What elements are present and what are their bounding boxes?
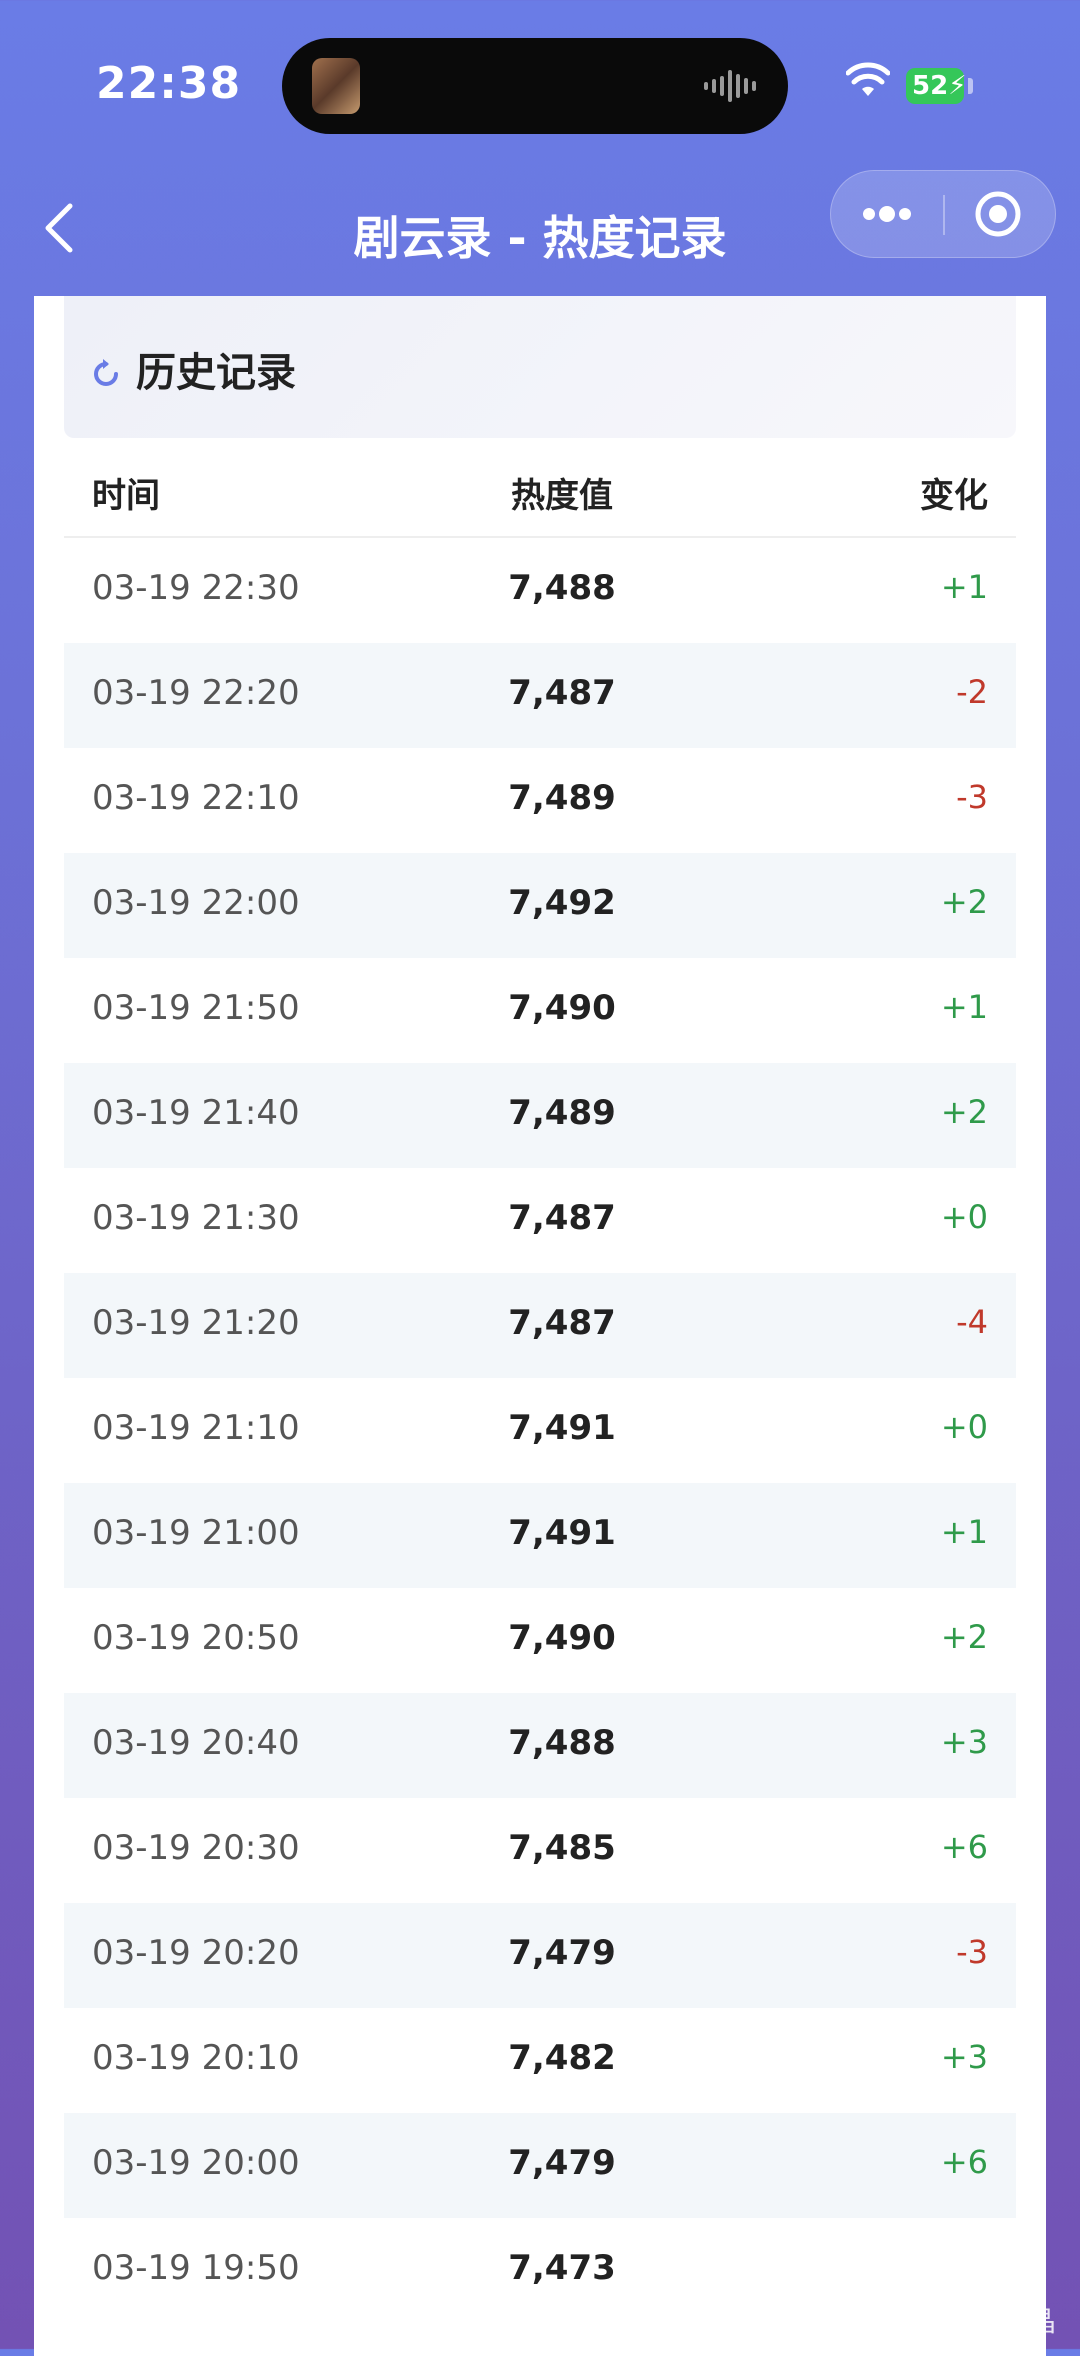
row-value: 7,487 xyxy=(508,1303,616,1343)
row-time: 03-19 20:00 xyxy=(92,2143,300,2183)
column-header-change: 变化 xyxy=(920,476,988,516)
history-table: 时间 热度值 变化 03-19 22:30 7,488 +1 03-19 22:20 7… xyxy=(64,438,1016,2323)
row-time: 03-19 22:00 xyxy=(92,883,300,923)
row-time: 03-19 21:50 xyxy=(92,988,300,1028)
row-change: +1 xyxy=(940,568,988,606)
wifi-icon xyxy=(846,62,890,96)
close-target-icon[interactable] xyxy=(945,171,1055,257)
row-time: 03-19 20:40 xyxy=(92,1723,300,1763)
row-value: 7,482 xyxy=(508,2038,616,2078)
row-value: 7,490 xyxy=(508,1618,616,1658)
row-change: -3 xyxy=(956,778,988,816)
table-row: 03-19 20:40 7,488 +3 xyxy=(64,1693,1016,1798)
row-change: -2 xyxy=(956,673,988,711)
more-dots-icon[interactable] xyxy=(831,171,943,257)
row-value: 7,487 xyxy=(508,673,616,713)
table-row: 03-19 20:00 7,479 +6 xyxy=(64,2113,1016,2218)
table-row: 03-19 21:30 7,487 +0 xyxy=(64,1168,1016,1273)
audio-wave-icon xyxy=(704,70,756,102)
row-value: 7,491 xyxy=(508,1513,616,1553)
charging-icon: ⚡ xyxy=(948,71,967,101)
row-time: 03-19 22:30 xyxy=(92,568,300,608)
column-header-time: 时间 xyxy=(92,476,160,516)
table-row: 03-19 20:50 7,490 +2 xyxy=(64,1588,1016,1693)
battery-cap xyxy=(968,78,973,94)
row-change: +2 xyxy=(940,1618,988,1656)
table-header: 时间 热度值 变化 xyxy=(64,438,1016,538)
row-time: 03-19 20:10 xyxy=(92,2038,300,2078)
table-row: 03-19 22:10 7,489 -3 xyxy=(64,748,1016,853)
row-value: 7,479 xyxy=(508,1933,616,1973)
table-row: 03-19 21:00 7,491 +1 xyxy=(64,1483,1016,1588)
status-bar: 22:38 52⚡ xyxy=(0,0,1080,160)
table-row: 03-19 21:20 7,487 -4 xyxy=(64,1273,1016,1378)
row-change: +2 xyxy=(940,1093,988,1131)
table-row: 03-19 22:00 7,492 +2 xyxy=(64,853,1016,958)
column-header-value: 热度值 xyxy=(511,476,613,516)
row-time: 03-19 20:50 xyxy=(92,1618,300,1658)
battery-level: 52 xyxy=(912,71,949,101)
status-time: 22:38 xyxy=(96,58,242,109)
row-change: +3 xyxy=(940,1723,988,1761)
row-time: 03-19 21:00 xyxy=(92,1513,300,1553)
row-value: 7,487 xyxy=(508,1198,616,1238)
row-time: 03-19 22:20 xyxy=(92,673,300,713)
row-value: 7,473 xyxy=(508,2248,616,2288)
table-row: 03-19 21:50 7,490 +1 xyxy=(64,958,1016,1063)
row-time: 03-19 21:30 xyxy=(92,1198,300,1238)
row-change: +6 xyxy=(940,1828,988,1866)
table-row: 03-19 22:30 7,488 +1 xyxy=(64,538,1016,643)
table-row: 03-19 20:10 7,482 +3 xyxy=(64,2008,1016,2113)
now-playing-thumbnail xyxy=(312,58,360,114)
row-value: 7,492 xyxy=(508,883,616,923)
dynamic-island[interactable] xyxy=(282,38,788,134)
nav-bar: 剧云录 - 热度记录 xyxy=(0,160,1080,296)
row-change: +0 xyxy=(940,1408,988,1446)
row-change: -3 xyxy=(956,1933,988,1971)
table-row: 03-19 21:10 7,491 +0 xyxy=(64,1378,1016,1483)
row-time: 03-19 21:40 xyxy=(92,1093,300,1133)
row-value: 7,485 xyxy=(508,1828,616,1868)
row-time: 03-19 20:20 xyxy=(92,1933,300,1973)
table-row: 03-19 22:20 7,487 -2 xyxy=(64,643,1016,748)
row-change: +6 xyxy=(940,2143,988,2181)
row-value: 7,488 xyxy=(508,1723,616,1763)
watermark: @戏晶晶晶晶晶 xyxy=(860,2305,1057,2338)
card-header: 历史记录 xyxy=(64,296,1016,438)
row-value: 7,489 xyxy=(508,1093,616,1133)
row-change: -4 xyxy=(956,1303,988,1341)
row-change: +2 xyxy=(940,883,988,921)
row-value: 7,491 xyxy=(508,1408,616,1448)
row-value: 7,479 xyxy=(508,2143,616,2183)
row-change: +1 xyxy=(940,988,988,1026)
table-body: 03-19 22:30 7,488 +1 03-19 22:20 7,487 -2 03-1… xyxy=(64,538,1016,2323)
history-card: 历史记录 时间 热度值 变化 03-19 22:30 7,488 +1 03-19 2… xyxy=(34,296,1046,2356)
row-value: 7,488 xyxy=(508,568,616,608)
row-value: 7,490 xyxy=(508,988,616,1028)
miniprogram-capsule xyxy=(830,170,1056,258)
row-time: 03-19 21:10 xyxy=(92,1408,300,1448)
battery-indicator: 52⚡ xyxy=(906,68,967,104)
card-title: 历史记录 xyxy=(136,350,296,396)
row-time: 03-19 22:10 xyxy=(92,778,300,818)
refresh-icon xyxy=(94,359,118,386)
table-row: 03-19 20:20 7,479 -3 xyxy=(64,1903,1016,2008)
row-time: 03-19 20:30 xyxy=(92,1828,300,1868)
row-value: 7,489 xyxy=(508,778,616,818)
table-row: 03-19 20:30 7,485 +6 xyxy=(64,1798,1016,1903)
row-time: 03-19 19:50 xyxy=(92,2248,300,2288)
row-time: 03-19 21:20 xyxy=(92,1303,300,1343)
row-change: +3 xyxy=(940,2038,988,2076)
row-change: +1 xyxy=(940,1513,988,1551)
table-row: 03-19 21:40 7,489 +2 xyxy=(64,1063,1016,1168)
row-change: +0 xyxy=(940,1198,988,1236)
